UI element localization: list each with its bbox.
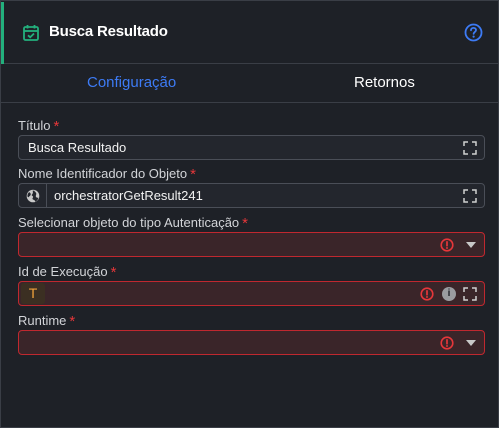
titulo-input[interactable]: Busca Resultado [18, 135, 485, 160]
required-mark: * [110, 264, 117, 281]
tab-configuracao[interactable]: Configuração [87, 74, 176, 91]
panel-header: Busca Resultado [1, 1, 498, 64]
panel-title: Busca Resultado [49, 23, 168, 40]
nome-objeto-input[interactable]: orchestratorGetResult241 [18, 183, 485, 208]
expand-icon[interactable] [463, 141, 477, 155]
globe-icon [26, 189, 40, 203]
field-label-text: Título [18, 118, 51, 133]
chevron-down-icon[interactable] [466, 340, 476, 346]
field-label-nome-objeto: Nome Identificador do Objeto * [18, 165, 196, 183]
tab-bar: Configuração Retornos [1, 65, 498, 103]
field-label-id-execucao: Id de Execução * [18, 263, 117, 281]
required-mark: * [69, 313, 76, 330]
field-label-runtime: Runtime * [18, 312, 76, 330]
required-mark: * [242, 215, 249, 232]
field-label-text: Id de Execução [18, 264, 108, 279]
autenticacao-select[interactable] [18, 232, 485, 257]
field-label-text: Runtime [18, 313, 67, 328]
tab-retornos[interactable]: Retornos [354, 74, 415, 91]
id-execucao-input[interactable]: T i [18, 281, 485, 306]
error-alert-icon [420, 287, 434, 301]
error-alert-icon [440, 336, 454, 350]
error-alert-icon [440, 238, 454, 252]
expand-icon[interactable] [463, 189, 477, 203]
info-icon[interactable]: i [442, 287, 456, 301]
field-label-titulo: Título * [18, 117, 60, 135]
chevron-down-icon[interactable] [466, 242, 476, 248]
expand-icon[interactable] [463, 287, 477, 301]
field-label-text: Selecionar objeto do tipo Autenticação [18, 215, 240, 230]
input-separator [46, 184, 47, 207]
node-config-panel: Busca Resultado Configuração Retornos Tí… [0, 0, 499, 428]
text-type-badge[interactable]: T [21, 283, 45, 304]
runtime-select[interactable] [18, 330, 485, 355]
help-circle-icon[interactable] [464, 23, 483, 42]
required-mark: * [190, 166, 196, 183]
field-label-text: Nome Identificador do Objeto [18, 166, 188, 181]
header-accent-bar [1, 2, 4, 64]
required-mark: * [53, 118, 60, 135]
field-label-autenticacao: Selecionar objeto do tipo Autenticação * [18, 214, 249, 232]
nome-objeto-value: orchestratorGetResult241 [54, 188, 203, 203]
calendar-check-icon [23, 24, 39, 41]
titulo-value: Busca Resultado [28, 140, 127, 155]
